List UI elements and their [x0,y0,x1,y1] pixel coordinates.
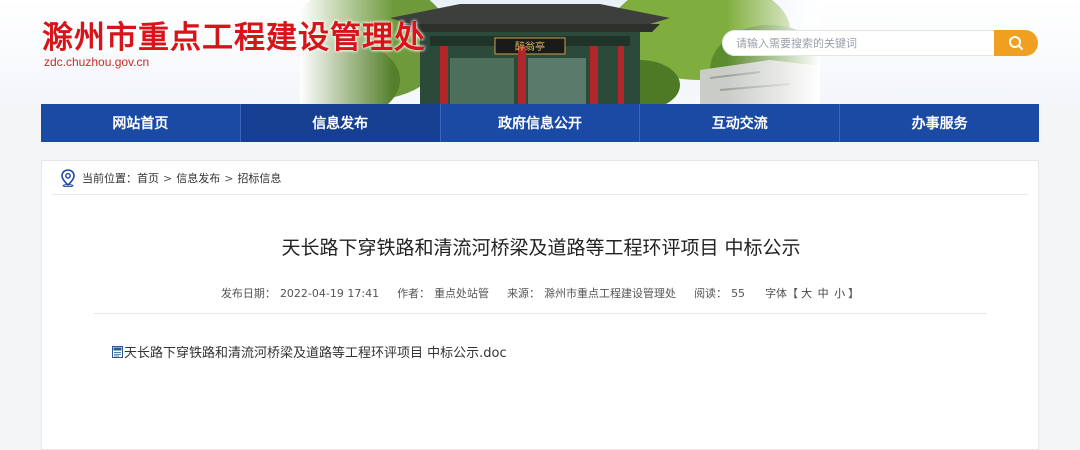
publish-date: 2022-04-19 17:41 [279,287,380,300]
breadcrumb: 当前位置： 首页 > 信息发布 > 招标信息 [60,169,281,187]
article-title: 天长路下穿铁路和清流河桥梁及道路等工程环评项目 中标公示 [281,237,801,259]
breadcrumb-separator: > [163,171,173,185]
source-label: 来源： [507,287,541,300]
publish-date-label: 发布日期： [220,287,276,300]
nav-item-services[interactable]: 办事服务 [840,104,1039,142]
font-size-bracket-close: 】 [848,287,860,300]
attachment-filename[interactable]: 天长路下穿铁路和清流河桥梁及道路等工程环评项目 中标公示.doc [124,342,507,361]
nav-item-home[interactable]: 网站首页 [41,104,241,142]
search-input[interactable] [722,30,998,56]
nav-item-info-release[interactable]: 信息发布 [240,104,441,142]
breadcrumb-info-release-link[interactable]: 信息发布 [176,170,220,186]
font-size-control: 字体【大 中 小】 [763,287,861,300]
article-card: 当前位置： 首页 > 信息发布 > 招标信息 天长路下穿铁路和清流河桥梁及道路等… [41,160,1039,450]
author: 重点处站管 [434,287,490,300]
breadcrumb-home-link[interactable]: 首页 [137,170,159,186]
word-doc-icon [112,345,123,358]
meta-divider [94,313,987,314]
nav-item-interaction[interactable]: 互动交流 [640,104,841,142]
article-meta: 发布日期： 2022-04-19 17:41 作者： 重点处站管 来源： 滁州市重点工… [42,285,1040,301]
breadcrumb-separator: > [224,171,234,185]
font-size-label: 字体【 [765,287,799,300]
author-label: 作者： [397,287,431,300]
views-label: 阅读： [694,287,728,300]
location-pin-icon [61,169,75,187]
nav-item-gov-info-disclosure[interactable]: 政府信息公开 [441,104,641,142]
site-title[interactable]: 滁州市重点工程建设管理处 [42,12,426,57]
font-size-medium-link[interactable]: 中 [818,287,829,300]
breadcrumb-prefix: 当前位置： [82,172,137,185]
search-box [722,30,1038,56]
breadcrumb-tender-info-link[interactable]: 招标信息 [237,170,281,186]
view-count: 55 [731,287,746,300]
attachment-link[interactable]: 天长路下穿铁路和清流河桥梁及道路等工程环评项目 中标公示.doc [112,342,507,361]
source: 滁州市重点工程建设管理处 [544,287,677,300]
font-size-small-link[interactable]: 小 [834,287,845,300]
font-size-large-link[interactable]: 大 [801,287,812,300]
site-url: zdc.chuzhou.gov.cn [44,55,150,69]
site-header: 醉翁亭 滁州市重点工程建设管理处 zdc.chuzhou.gov.cn [0,0,1080,104]
search-icon [1009,36,1023,50]
pavilion-plaque-text: 醉翁亭 [515,40,545,53]
main-nav: 网站首页 信息发布 政府信息公开 互动交流 办事服务 [41,104,1039,142]
search-button[interactable] [994,30,1038,56]
breadcrumb-divider [52,194,1028,195]
